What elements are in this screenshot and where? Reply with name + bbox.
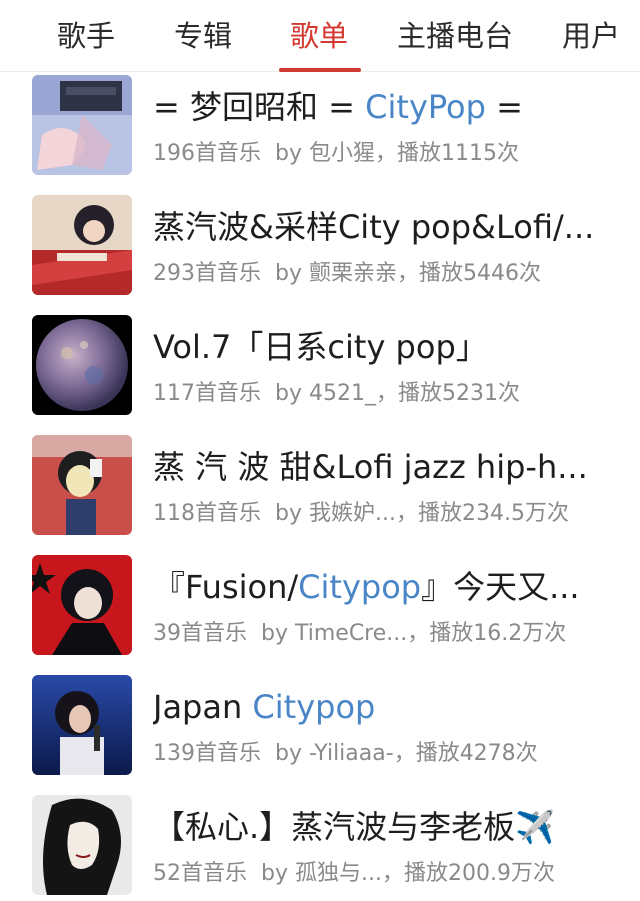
track-count: 139首音乐 bbox=[153, 741, 261, 766]
play-count: ，播放16.2万次 bbox=[407, 621, 567, 646]
playlist-title: Vol.7「日系city pop」 bbox=[153, 328, 488, 366]
playlist-meta: 52首音乐 by 孤独与...，播放200.9万次 bbox=[153, 860, 555, 888]
play-count: ，播放5446次 bbox=[396, 261, 541, 286]
playlist-cover-image bbox=[32, 315, 132, 415]
track-count: 39首音乐 bbox=[153, 621, 247, 646]
creator-name: by 颤栗亲亲 bbox=[275, 261, 397, 286]
tab-album[interactable]: 专辑 bbox=[174, 14, 232, 58]
play-count: ，播放5231次 bbox=[375, 381, 520, 406]
track-count: 196首音乐 bbox=[153, 141, 261, 166]
playlist-meta: 293首音乐 by 颤栗亲亲，播放5446次 bbox=[153, 260, 541, 288]
creator-name: by 包小猩 bbox=[275, 141, 375, 166]
play-count: ，播放1115次 bbox=[374, 141, 519, 166]
tab-playlist[interactable]: 歌单 bbox=[290, 14, 348, 58]
playlist-title: Japan Citypop bbox=[153, 688, 376, 726]
creator-name: by 我嫉妒... bbox=[275, 501, 396, 526]
playlist-title: 蒸 汽 波 甜&Lofi jazz hip-h... bbox=[153, 448, 588, 486]
track-count: 117首音乐 bbox=[153, 381, 261, 406]
playlist-meta: 139首音乐 by -Yiliaaa-，播放4278次 bbox=[153, 740, 538, 768]
playlist-meta: 39首音乐 by TimeCre...，播放16.2万次 bbox=[153, 620, 566, 648]
track-count: 293首音乐 bbox=[153, 261, 261, 286]
playlist-item[interactable]: 蒸 汽 波 甜&Lofi jazz hip-h... 118首音乐 by 我嫉妒.… bbox=[0, 432, 640, 552]
playlist-meta: 196首音乐 by 包小猩，播放1115次 bbox=[153, 140, 519, 168]
track-count: 52首音乐 bbox=[153, 861, 247, 886]
playlist-item[interactable]: 【私心.】蒸汽波与李老板✈️ 52首音乐 by 孤独与...，播放200.9万次 bbox=[0, 792, 640, 901]
tab-user[interactable]: 用户 bbox=[562, 14, 620, 58]
play-count: ，播放200.9万次 bbox=[381, 861, 555, 886]
creator-name: by -Yiliaaa- bbox=[275, 741, 394, 766]
creator-name: by TimeCre... bbox=[261, 621, 408, 646]
playlist-cover-image bbox=[32, 75, 132, 175]
play-count: ，播放234.5万次 bbox=[395, 501, 569, 526]
play-count: ，播放4278次 bbox=[393, 741, 538, 766]
playlist-item[interactable]: 蒸汽波&采样City pop&Lofi/... 293首音乐 by 颤栗亲亲，播放… bbox=[0, 192, 640, 312]
tab-radio[interactable]: 主播电台 bbox=[397, 14, 513, 58]
playlist-title: 【私心.】蒸汽波与李老板✈️ bbox=[153, 808, 556, 846]
tab-singer[interactable]: 歌手 bbox=[57, 14, 115, 58]
creator-name: by 4521_ bbox=[275, 381, 376, 406]
playlist-item[interactable]: = 梦回昭和 = CityPop = 196首音乐 by 包小猩，播放1115次 bbox=[0, 72, 640, 192]
playlist-cover-image bbox=[32, 435, 132, 535]
playlist-title: = 梦回昭和 = CityPop = bbox=[153, 88, 523, 126]
playlist-item[interactable]: 『Fusion/Citypop』今天又... 39首音乐 by TimeCre..… bbox=[0, 552, 640, 672]
playlist-meta: 117首音乐 by 4521_，播放5231次 bbox=[153, 380, 520, 408]
playlist-item[interactable]: Vol.7「日系city pop」 117首音乐 by 4521_，播放5231次 bbox=[0, 312, 640, 432]
playlist-meta: 118首音乐 by 我嫉妒...，播放234.5万次 bbox=[153, 500, 569, 528]
playlist-cover-image bbox=[32, 555, 132, 655]
playlist-cover-image bbox=[32, 675, 132, 775]
playlist-cover-image bbox=[32, 795, 132, 895]
playlist-cover-image bbox=[32, 195, 132, 295]
playlist-title: 『Fusion/Citypop』今天又... bbox=[153, 568, 580, 606]
category-tab-bar: 歌手 专辑 歌单 主播电台 用户 bbox=[0, 0, 640, 72]
playlist-item[interactable]: Japan Citypop 139首音乐 by -Yiliaaa-，播放4278次 bbox=[0, 672, 640, 792]
creator-name: by 孤独与... bbox=[261, 861, 382, 886]
track-count: 118首音乐 bbox=[153, 501, 261, 526]
playlist-title: 蒸汽波&采样City pop&Lofi/... bbox=[153, 208, 595, 246]
